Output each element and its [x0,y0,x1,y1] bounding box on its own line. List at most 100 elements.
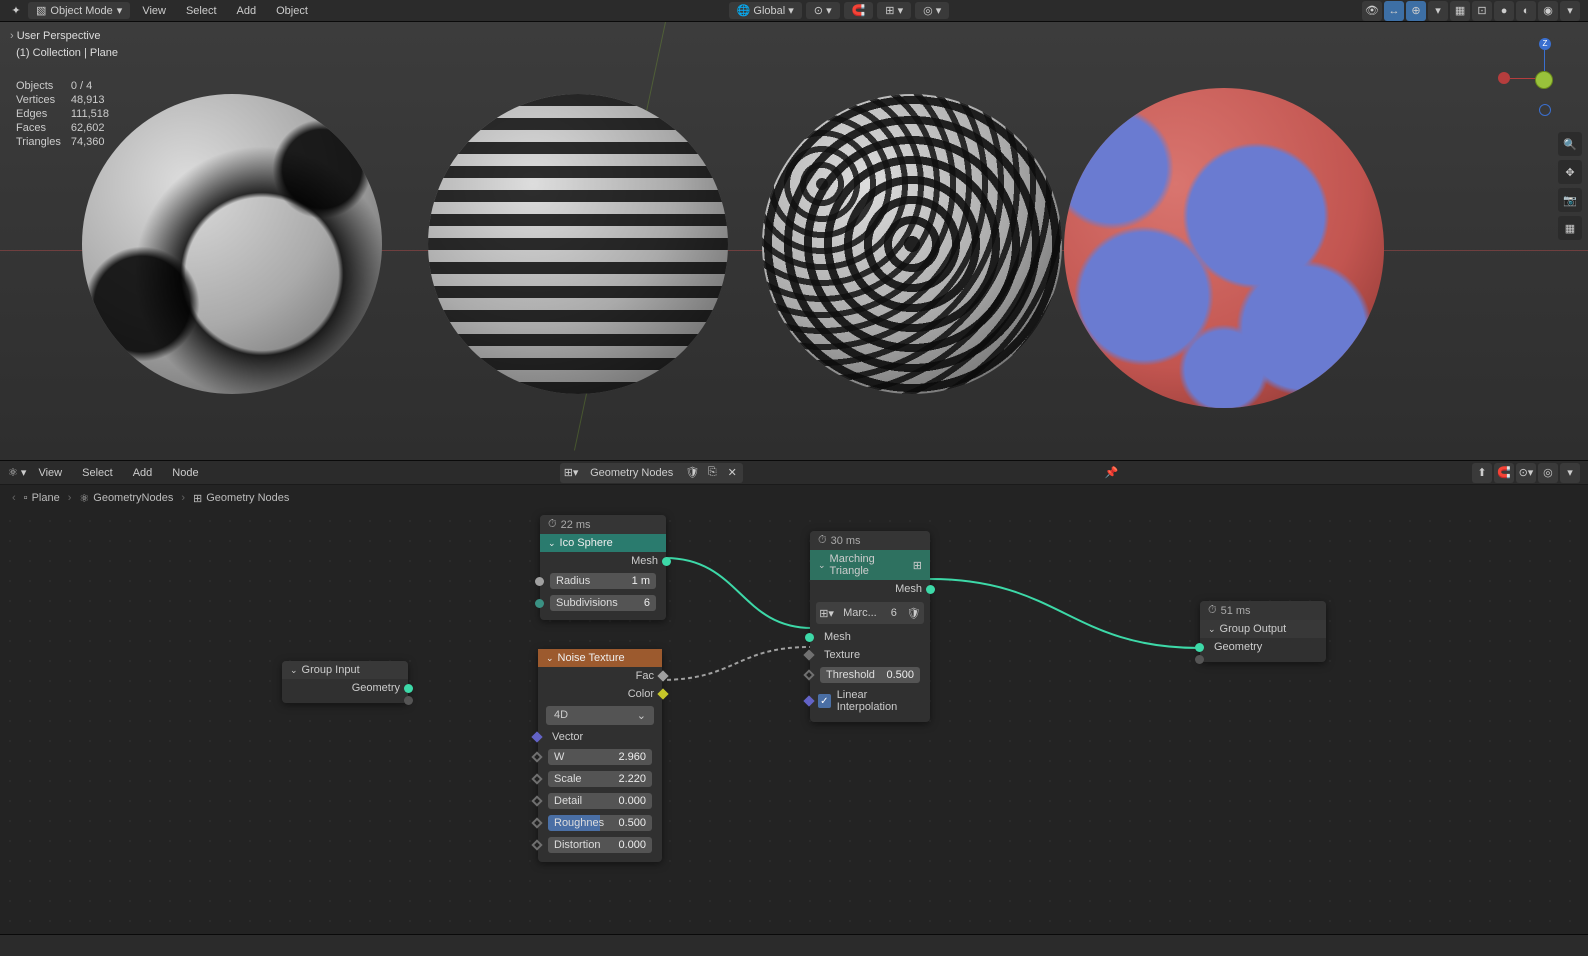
socket-float-field[interactable] [531,817,542,828]
field-w[interactable]: W 2.960 [548,749,652,765]
overlay-node-dropdown[interactable]: ▾ [1560,463,1580,483]
camera-icon[interactable]: 📷 [1558,188,1582,212]
menu-add[interactable]: Add [229,3,265,19]
socket-geometry[interactable] [805,633,814,642]
chevron-down-icon: ⌄ [818,560,826,571]
socket-float-field[interactable] [531,751,542,762]
pin-icon[interactable]: 📌 [1105,466,1119,479]
copy-nodetree-icon[interactable]: ⎘ [703,464,721,482]
nodetree-editor-icon[interactable]: ⚛ ▾ [8,466,26,479]
socket-float-field[interactable] [803,669,814,680]
ne-menu-add[interactable]: Add [125,465,161,481]
xray-toggle[interactable]: ▦ [1450,1,1470,21]
socket-float-field[interactable] [531,795,542,806]
field-threshold[interactable]: Threshold 0.500 [820,667,920,683]
gizmo-neg-z-handle[interactable] [1539,104,1551,116]
nodegroup-edit-icon[interactable]: ⊞ [913,559,922,572]
node-title[interactable]: ⌄ Group Output [1200,620,1326,638]
gizmo-z-handle[interactable]: Z [1539,38,1551,50]
field-scale[interactable]: Scale 2.220 [548,771,652,787]
fake-user-icon[interactable]: 🛡 [905,604,922,622]
overlay-toggle[interactable]: ⊕ [1406,1,1426,21]
zoom-icon[interactable]: 🔍 [1558,132,1582,156]
shading-material[interactable]: ◐ [1516,1,1536,21]
shading-dropdown[interactable]: ▾ [1560,1,1580,21]
menu-view[interactable]: View [134,3,174,19]
socket-float-field[interactable] [657,670,668,681]
socket-vector-field[interactable] [531,731,542,742]
gizmo-y-handle[interactable] [1535,71,1553,89]
shading-solid[interactable]: ● [1494,1,1514,21]
mode-selector[interactable]: ▧ Object Mode ▾ [28,2,130,19]
proportional-toggle[interactable]: ◎ ▾ [915,2,949,19]
ne-menu-select[interactable]: Select [74,465,121,481]
field-detail[interactable]: Detail 0.000 [548,793,652,809]
node-group-output[interactable]: ⏱ 51 ms ⌄ Group Output Geometry [1200,601,1326,662]
menu-select[interactable]: Select [178,3,225,19]
shading-wireframe[interactable]: ⊡ [1472,1,1492,21]
field-radius[interactable]: Radius 1 m [550,573,656,589]
browse-nodetree-button[interactable]: ⊞▾ [562,464,580,482]
socket-float-field[interactable] [803,649,814,660]
menu-object[interactable]: Object [268,3,316,19]
gizmo-x-handle[interactable] [1498,72,1510,84]
socket-bool-field[interactable] [803,695,814,706]
editor-type-icon[interactable]: ✦ [8,3,24,19]
node-title[interactable]: ⌄ Group Input [282,661,408,679]
socket-geometry[interactable] [404,684,413,693]
group-users[interactable]: 6 [885,607,903,619]
node-ico-sphere[interactable]: ⏱ 22 ms ⌄ Ico Sphere Mesh Radius 1 m Sub… [540,515,666,620]
parent-nodetree-icon[interactable]: ⬆ [1472,463,1492,483]
socket-geometry[interactable] [1195,643,1204,652]
socket-geometry[interactable] [662,557,671,566]
snap-node-dropdown[interactable]: ⊙▾ [1516,463,1536,483]
socket-int[interactable] [535,599,544,608]
orientation-selector[interactable]: 🌐 Global ▾ [729,2,802,19]
field-distortion[interactable]: Distortion 0.000 [548,837,652,853]
crumb-object[interactable]: ▫ Plane [24,492,60,504]
socket-float-field[interactable] [531,773,542,784]
snap-toggle[interactable]: 🧲 [844,2,874,19]
viewport-3d[interactable]: › User Perspective (1) Collection | Plan… [0,22,1588,460]
ne-menu-node[interactable]: Node [164,465,206,481]
node-title[interactable]: ⌄ Marching Triangle ⊞ [810,550,930,580]
unlink-nodetree-icon[interactable]: ✕ [723,464,741,482]
node-group-input[interactable]: ⌄ Group Input Geometry [282,661,408,703]
gizmo-toggle[interactable]: ↔ [1384,1,1404,21]
socket-float-field[interactable] [531,839,542,850]
node-title[interactable]: ⌄ Noise Texture [538,649,662,667]
socket-geometry[interactable] [926,585,935,594]
navigation-gizmo[interactable]: Z [1506,42,1582,118]
move-icon[interactable]: ✥ [1558,160,1582,184]
node-title[interactable]: ⌄ Ico Sphere [540,534,666,552]
nodetree-name[interactable]: Geometry Nodes [582,465,681,481]
ne-menu-view[interactable]: View [30,465,70,481]
snap-selector[interactable]: ⊞ ▾ [877,2,911,19]
node-timing: ⏱ 30 ms [810,531,930,550]
field-roughness[interactable]: Roughnes 0.500 [548,815,652,831]
field-dimensions[interactable]: 4D ⌄ [546,706,654,725]
socket-virtual[interactable] [1195,655,1204,664]
node-noise-texture[interactable]: ⌄ Noise Texture Fac Color 4D ⌄ Vector W … [538,649,662,862]
perspective-icon[interactable]: ▦ [1558,216,1582,240]
socket-virtual[interactable] [404,696,413,705]
overlay-dropdown[interactable]: ▾ [1428,1,1448,21]
checkbox-linear[interactable]: ✓ [818,694,831,708]
shading-rendered[interactable]: ◉ [1538,1,1558,21]
pivot-selector[interactable]: ⊙ ▾ [806,2,840,19]
crumb-modifier[interactable]: ⚛ GeometryNodes [79,492,173,505]
snap-node-toggle[interactable]: 🧲 [1494,463,1514,483]
browse-group-icon[interactable]: ⊞▾ [818,604,835,622]
overlay-node-toggle[interactable]: ◎ [1538,463,1558,483]
chevron-left-icon[interactable]: ‹ [12,492,16,504]
field-subdivisions[interactable]: Subdivisions 6 [550,595,656,611]
group-name[interactable]: Marc... [837,607,883,619]
socket-float[interactable] [535,577,544,586]
node-marching-triangles[interactable]: ⏱ 30 ms ⌄ Marching Triangle ⊞ Mesh ⊞▾ Ma… [810,531,930,722]
stopwatch-icon: ⏱ [1208,604,1217,617]
visibility-toggle-1[interactable]: 👁 [1362,1,1382,21]
socket-color-field[interactable] [657,688,668,699]
crumb-nodetree[interactable]: ⊞ Geometry Nodes [193,492,289,505]
pin-toggle-icon[interactable]: 🛡 [683,464,701,482]
node-editor-canvas[interactable]: ⌄ Group Input Geometry ⏱ 22 ms ⌄ Ico Sph… [0,511,1588,956]
